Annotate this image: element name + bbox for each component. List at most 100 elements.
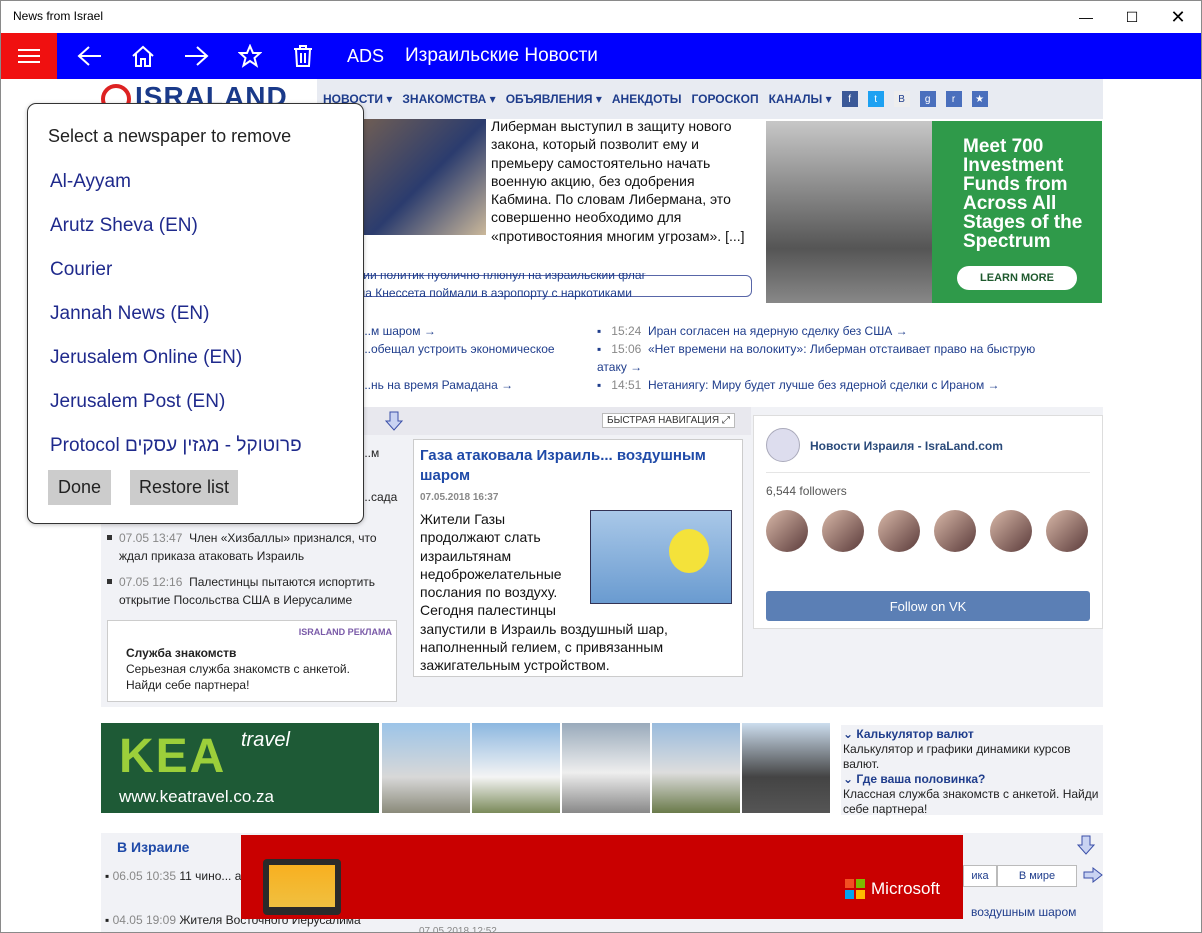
close-button[interactable]: ✕ <box>1155 1 1201 33</box>
travel-ad[interactable]: KEA travel www.keatravel.co.za <box>101 723 831 815</box>
vk-icon[interactable]: B <box>893 91 910 107</box>
news-left-2[interactable]: ...обещал устроить экономическое <box>361 340 555 358</box>
home-button[interactable] <box>120 33 166 79</box>
nav-horoscope[interactable]: ГОРОСКОП <box>691 92 758 106</box>
vk-group-name[interactable]: Новости Израиля - IsraLand.com <box>810 439 1003 453</box>
scroll-news-2[interactable]: ...ена Кнессета поймали в аэропорту с на… <box>342 283 632 301</box>
newspaper-option[interactable]: Al-Ayyam <box>50 171 131 193</box>
down-arrow-icon[interactable] <box>385 411 403 431</box>
menu-button[interactable] <box>1 33 57 79</box>
ads-button[interactable]: ADS <box>347 46 384 67</box>
nav-ads[interactable]: ОБЪЯВЛЕНИЯ ▾ <box>506 92 602 106</box>
learn-more-button[interactable]: LEARN MORE <box>957 266 1077 290</box>
crowd-photo <box>766 121 932 303</box>
app-window: News from Israel — ☐ ✕ ADS Израильские Н… <box>0 0 1202 933</box>
tablet-image <box>263 859 341 915</box>
motorbike-photo <box>742 723 830 813</box>
facebook-icon[interactable]: f <box>841 91 858 107</box>
left-partial-2[interactable]: ...сада <box>361 488 397 506</box>
ad-tag: ISRALAND РЕКЛАМА <box>298 627 392 637</box>
kea-banner[interactable]: KEA travel www.keatravel.co.za <box>101 723 379 813</box>
window-title: News from Israel <box>13 9 104 23</box>
car-photo <box>562 723 650 813</box>
avatar[interactable] <box>766 510 808 552</box>
avatar[interactable] <box>1046 510 1088 552</box>
news-right-1[interactable]: ▪ 15:24 Иран согласен на ядерную сделку … <box>597 322 1067 340</box>
car-photo <box>472 723 560 813</box>
favorite-button[interactable] <box>227 33 273 79</box>
newspaper-option[interactable]: Jerusalem Online (EN) <box>50 347 242 369</box>
avatar[interactable] <box>990 510 1032 552</box>
restore-list-button[interactable]: Restore list <box>130 470 238 505</box>
star-badge-icon[interactable]: ★ <box>971 91 988 107</box>
newspaper-option[interactable]: Jannah News (EN) <box>50 303 209 325</box>
feature-date: 07.05.2018 16:37 <box>420 492 499 503</box>
investment-ad[interactable]: Meet 700 Investment Funds from Across Al… <box>766 121 1102 303</box>
news-left-3[interactable]: ...нь на время Рамадана → <box>361 376 513 394</box>
microsoft-logo-icon <box>845 879 865 899</box>
dating-ad[interactable]: ISRALAND РЕКЛАМА Служба знакомств Серьез… <box>107 620 397 702</box>
title-bar: News from Israel — ☐ ✕ <box>1 1 1201 33</box>
left-news-list: 07.05 13:47 Член «Хизбаллы» признался, ч… <box>105 529 395 617</box>
twitter-icon[interactable]: t <box>867 91 884 107</box>
newspaper-option[interactable]: Arutz Sheva (EN) <box>50 215 198 237</box>
microsoft-wordmark: Microsoft <box>871 879 940 898</box>
dating-title[interactable]: Служба знакомств <box>126 645 236 661</box>
remove-newspaper-dialog: Select a newspaper to remove Al-Ayyam Ar… <box>27 103 364 524</box>
avatar[interactable] <box>878 510 920 552</box>
list-item[interactable]: 07.05 12:16 Палестинцы пытаются испортит… <box>105 573 395 609</box>
dialog-heading: Select a newspaper to remove <box>48 126 292 146</box>
star-icon <box>238 44 262 68</box>
feature-title[interactable]: Газа атаковала Израиль... воздушным шаро… <box>420 446 730 486</box>
delete-button[interactable] <box>280 33 326 79</box>
site-nav: НОВОСТИ ▾ ЗНАКОМСТВА ▾ ОБЪЯВЛЕНИЯ ▾ АНЕК… <box>317 79 1103 119</box>
vk-widget: Новости Израиля - IsraLand.com 6,544 fol… <box>753 415 1103 629</box>
right-links: ⌄ Калькулятор валют Калькулятор и график… <box>841 725 1103 816</box>
newspaper-option[interactable]: Courier <box>50 259 112 281</box>
right-partial[interactable]: воздушным шаром <box>971 903 1076 921</box>
currency-link[interactable]: ⌄ Калькулятор валют <box>843 727 1101 742</box>
newspaper-option[interactable]: Jerusalem Post (EN) <box>50 391 225 413</box>
back-button[interactable] <box>67 33 113 79</box>
googleplus-icon[interactable]: g <box>919 91 936 107</box>
hamburger-icon <box>18 49 40 51</box>
news-left-1[interactable]: ...м шаром → <box>361 322 436 340</box>
avatar[interactable] <box>934 510 976 552</box>
forward-button[interactable] <box>173 33 219 79</box>
car-photo <box>382 723 470 813</box>
section-title[interactable]: В Израиле <box>117 839 189 855</box>
home-icon <box>132 45 154 67</box>
tab-partial[interactable]: ика <box>963 865 997 887</box>
next-arrow-icon[interactable] <box>1083 867 1103 883</box>
nav-jokes[interactable]: АНЕКДОТЫ <box>612 92 682 106</box>
avatar[interactable] <box>822 510 864 552</box>
vk-group-avatar[interactable] <box>766 428 800 462</box>
app-bar: ADS Израильские Новости <box>1 33 1201 79</box>
maximize-button[interactable]: ☐ <box>1109 1 1155 33</box>
rss-icon[interactable]: r <box>945 91 962 107</box>
scrolling-news[interactable]: ...ский политик публично плюнул на израи… <box>314 273 752 301</box>
arrow-right-icon <box>185 46 209 66</box>
list-item[interactable]: 07.05 13:47 Член «Хизбаллы» признался, ч… <box>105 529 395 565</box>
news-right-3[interactable]: ▪ 14:51 Нетаниягу: Миру будет лучше без … <box>597 376 1067 394</box>
quick-nav-button[interactable]: БЫСТРАЯ НАВИГАЦИЯ ⤢ <box>602 413 735 428</box>
featured-article[interactable]: Газа атаковала Израиль... воздушным шаро… <box>413 439 743 677</box>
news-right-2[interactable]: ▪ 15:06 «Нет времени на волокиту»: Либер… <box>597 340 1067 376</box>
newspaper-option[interactable]: Protocol פרוטוקל - מגזין עסקים <box>50 435 302 457</box>
trash-icon <box>294 45 312 67</box>
dating-link[interactable]: ⌄ Где ваша половинка? <box>843 772 1101 787</box>
done-button[interactable]: Done <box>48 470 111 505</box>
microsoft-ad[interactable]: Microsoft <box>241 835 963 919</box>
lead-text: Либерман выступил в защиту нового закона… <box>491 118 745 244</box>
minimize-button[interactable]: — <box>1063 1 1109 33</box>
nav-dating[interactable]: ЗНАКОМСТВА ▾ <box>402 92 495 106</box>
tab-world[interactable]: В мире <box>997 865 1077 887</box>
down-arrow-icon-2[interactable] <box>1077 835 1095 855</box>
nav-channels[interactable]: КАНАЛЫ ▾ <box>769 92 832 106</box>
ad-headline: Meet 700 Investment Funds from Across Al… <box>963 136 1083 252</box>
car-photo <box>652 723 740 813</box>
dating-desc: Серьезная служба знакомств с анкетой. На… <box>126 662 350 692</box>
vk-follow-button[interactable]: Follow on VK <box>766 591 1090 621</box>
app-title: Израильские Новости <box>405 45 598 66</box>
vk-followers: 6,544 followers <box>766 484 847 498</box>
